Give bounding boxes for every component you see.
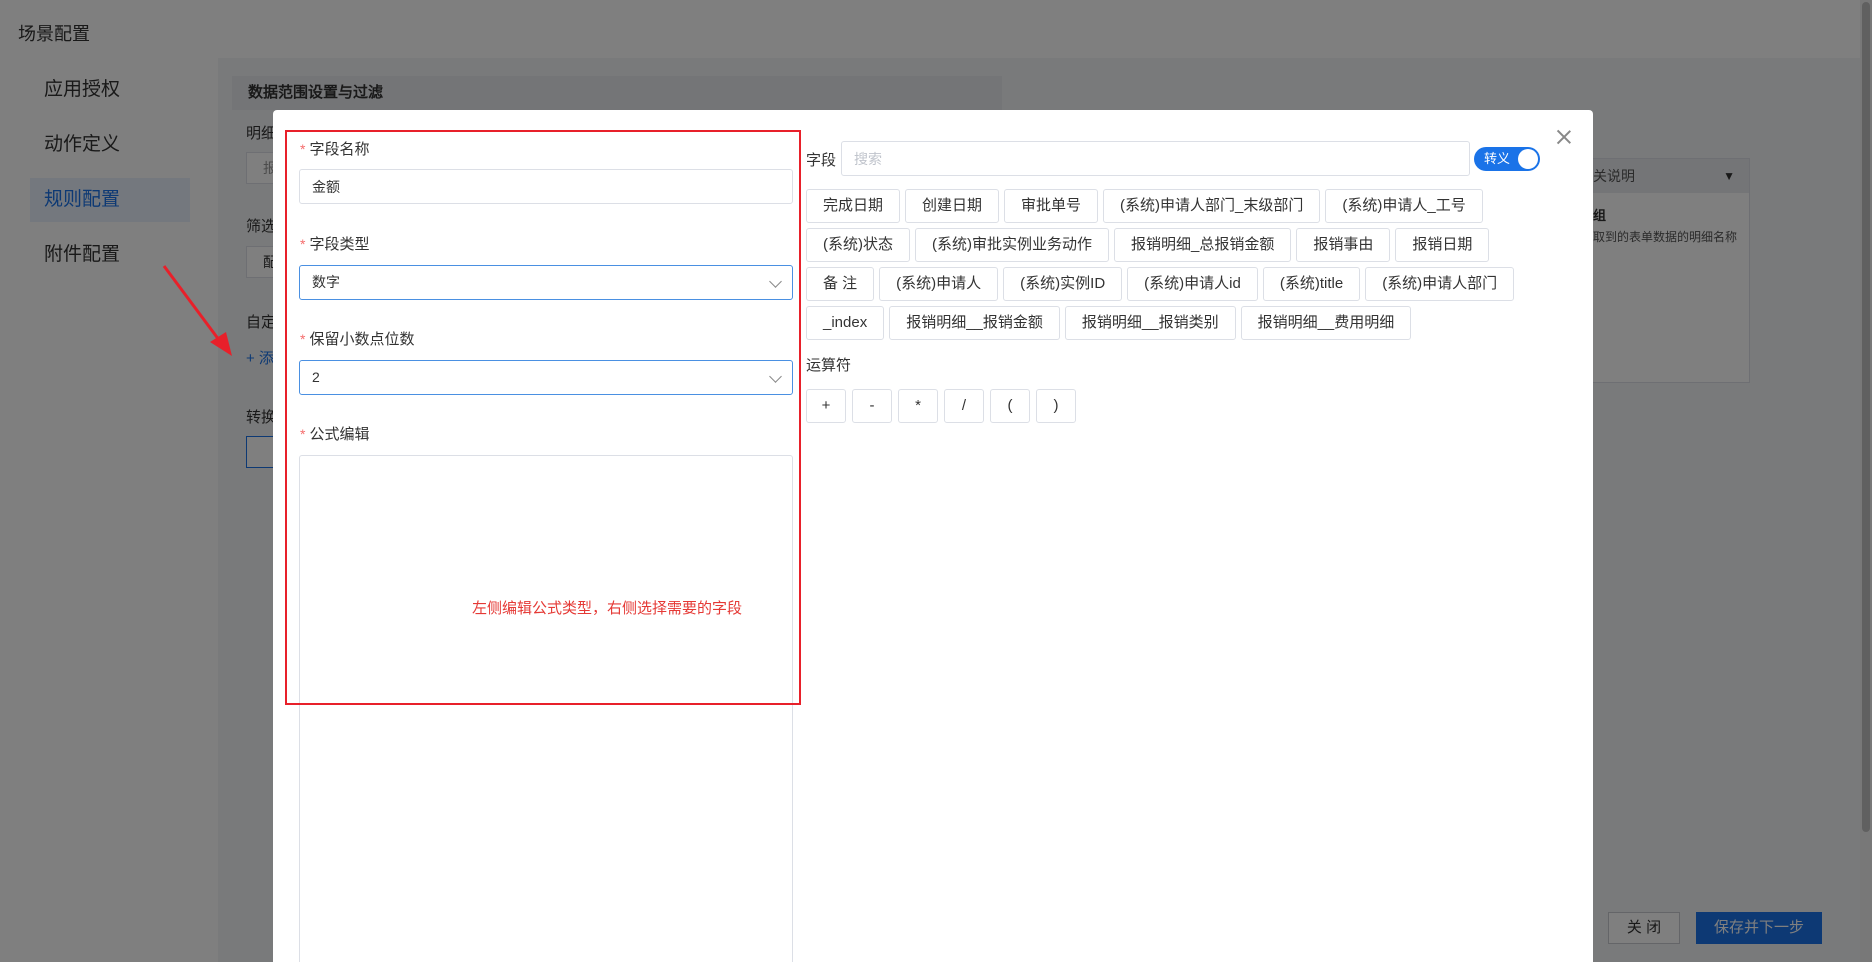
field-name-input[interactable]: [299, 169, 793, 204]
field-chip[interactable]: 报销明细__报销类别: [1064, 306, 1236, 340]
escape-toggle[interactable]: 转义: [1474, 147, 1540, 171]
operator-plus-button[interactable]: +: [806, 389, 846, 423]
operator-multiply-button[interactable]: *: [898, 389, 938, 423]
required-mark: *: [300, 236, 306, 252]
formula-label: * 公式编辑: [300, 426, 370, 443]
field-chip[interactable]: (系统)申请人部门: [1365, 267, 1515, 301]
field-chip[interactable]: (系统)实例ID: [1003, 267, 1123, 301]
chevron-down-icon: [769, 370, 782, 383]
operators-label: 运算符: [806, 357, 852, 374]
field-chip[interactable]: (系统)title: [1262, 267, 1361, 301]
field-chip[interactable]: (系统)申请人id: [1127, 267, 1258, 301]
field-chip[interactable]: 备 注: [806, 267, 875, 301]
operator-close-paren-button[interactable]: ): [1036, 389, 1076, 423]
field-chip[interactable]: 审批单号: [1004, 189, 1099, 223]
chip-row: (系统)状态 (系统)审批实例业务动作 报销明细_总报销金额 报销事由 报销日期: [806, 228, 1546, 262]
toggle-knob: [1518, 149, 1538, 169]
field-chip[interactable]: 报销明细_总报销金额: [1114, 228, 1292, 262]
field-chip[interactable]: 报销日期: [1395, 228, 1490, 262]
field-name-label: * 字段名称: [300, 141, 370, 158]
field-chip[interactable]: 创建日期: [905, 189, 1000, 223]
field-chip[interactable]: _index: [806, 306, 885, 340]
escape-toggle-label: 转义: [1484, 151, 1511, 166]
field-chip[interactable]: 完成日期: [806, 189, 901, 223]
operator-minus-button[interactable]: -: [852, 389, 892, 423]
required-mark: *: [300, 331, 306, 347]
annotation-text: 左侧编辑公式类型，右侧选择需要的字段: [472, 600, 743, 617]
field-chip[interactable]: 报销事由: [1296, 228, 1391, 262]
formula-editor[interactable]: [299, 455, 793, 962]
decimal-places-value: 2: [312, 369, 320, 385]
field-chip[interactable]: (系统)申请人部门_末级部门: [1103, 189, 1321, 223]
chip-row: 完成日期 创建日期 审批单号 (系统)申请人部门_末级部门 (系统)申请人_工号: [806, 189, 1546, 223]
field-chip-list: 完成日期 创建日期 审批单号 (系统)申请人部门_末级部门 (系统)申请人_工号…: [806, 189, 1546, 345]
field-chip[interactable]: (系统)申请人: [879, 267, 999, 301]
operator-open-paren-button[interactable]: (: [990, 389, 1030, 423]
field-type-value: 数字: [312, 274, 340, 290]
close-icon[interactable]: [1555, 128, 1573, 146]
field-chip[interactable]: 报销明细__报销金额: [889, 306, 1060, 340]
field-chip[interactable]: (系统)申请人_工号: [1325, 189, 1483, 223]
field-chip[interactable]: 报销明细__费用明细: [1240, 306, 1412, 340]
operator-divide-button[interactable]: /: [944, 389, 984, 423]
field-search-input[interactable]: [841, 141, 1470, 176]
chip-row: 备 注 (系统)申请人 (系统)实例ID (系统)申请人id (系统)title…: [806, 267, 1546, 301]
operator-list: + - * / ( ): [806, 389, 1082, 423]
field-chip[interactable]: (系统)状态: [806, 228, 910, 262]
annotation-arrow-icon: [162, 265, 232, 356]
field-chip[interactable]: (系统)审批实例业务动作: [915, 228, 1109, 262]
chip-row: _index 报销明细__报销金额 报销明细__报销类别 报销明细__费用明细: [806, 306, 1546, 340]
decimal-places-select[interactable]: 2: [299, 360, 793, 395]
required-mark: *: [300, 426, 306, 442]
decimal-places-label: * 保留小数点位数: [300, 331, 415, 348]
field-type-select[interactable]: 数字: [299, 265, 793, 300]
fields-label: 字段: [806, 152, 837, 169]
required-mark: *: [300, 141, 306, 157]
chevron-down-icon: [769, 275, 782, 288]
field-type-label: * 字段类型: [300, 236, 370, 253]
